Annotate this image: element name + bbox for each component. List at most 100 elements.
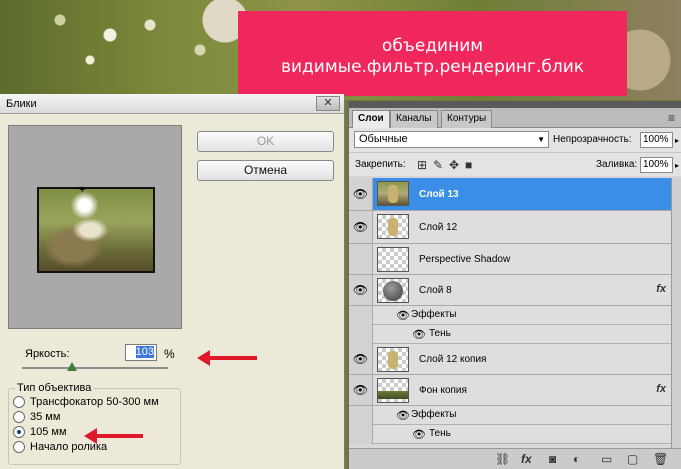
- layer-row[interactable]: 👁 Слой 12 копия: [349, 344, 681, 375]
- brightness-value: 103: [135, 346, 154, 358]
- shadow-eye-slot: [349, 325, 373, 344]
- layer-name[interactable]: Слой 12: [419, 222, 457, 233]
- lock-transparency-icon[interactable]: ⊞: [417, 159, 427, 171]
- lock-move-icon[interactable]: ✥: [449, 159, 459, 171]
- ok-button[interactable]: OK: [197, 131, 334, 152]
- lens-type-label: Тип объектива: [15, 382, 94, 394]
- layer-name[interactable]: Слой 13: [419, 189, 459, 200]
- layer-row[interactable]: 👁 Слой 13: [349, 178, 681, 211]
- opacity-arrow-icon[interactable]: ▸: [675, 136, 679, 145]
- layer-name[interactable]: Слой 8: [419, 285, 452, 296]
- shadow-effect-row[interactable]: 👁 Тень: [349, 325, 681, 344]
- fill-input[interactable]: 100%: [640, 157, 673, 173]
- shadow-eye-slot: [349, 425, 373, 444]
- add-mask-icon[interactable]: ◙: [549, 452, 556, 466]
- dialog-titlebar[interactable]: Блики ✕: [0, 94, 344, 114]
- close-button[interactable]: ✕: [316, 96, 340, 111]
- brightness-label: Яркость:: [25, 348, 70, 360]
- visibility-eye-icon[interactable]: 👁: [349, 211, 373, 243]
- lock-all-icon[interactable]: ■: [465, 159, 472, 171]
- dialog-title: Блики: [6, 98, 37, 110]
- panel-header-strip: [349, 101, 681, 108]
- layer-thumbnail: [377, 278, 409, 303]
- layer-name[interactable]: Фон копия: [419, 385, 467, 396]
- brightness-input[interactable]: 103: [125, 344, 157, 361]
- lock-paint-brush-icon[interactable]: ✎: [433, 159, 443, 171]
- shadow-effect-row[interactable]: 👁 Тень: [349, 425, 681, 444]
- visibility-eye-icon[interactable]: 👁: [349, 344, 373, 374]
- radio-movie-prime[interactable]: [13, 441, 25, 453]
- lens-type-group: Тип объектива Трансфокатор 50-300 мм 35 …: [8, 382, 181, 465]
- radio-105mm[interactable]: [13, 426, 25, 438]
- blend-mode-value: Обычные: [359, 133, 408, 145]
- effects-label: Эффекты: [411, 409, 457, 420]
- layer-row[interactable]: 👁 Слой 8 fx: [349, 275, 681, 306]
- new-group-folder-icon[interactable]: ▭: [601, 452, 612, 466]
- flare-center-crosshair-icon[interactable]: +: [79, 184, 85, 196]
- tab-paths[interactable]: Контуры: [441, 110, 493, 128]
- visibility-eye-icon[interactable]: 👁: [349, 178, 373, 210]
- delete-layer-trash-icon[interactable]: 🗑: [653, 452, 668, 466]
- link-layers-icon[interactable]: ⛓: [495, 452, 510, 466]
- brightness-slider-track[interactable]: [22, 367, 168, 369]
- fx-icon[interactable]: fx: [656, 283, 666, 295]
- layer-thumbnail: [377, 347, 409, 372]
- opacity-label: Непрозрачность:: [553, 134, 632, 145]
- layer-name[interactable]: Perspective Shadow: [419, 254, 510, 265]
- layer-name[interactable]: Слой 12 копия: [419, 354, 486, 365]
- layer-row[interactable]: Perspective Shadow: [349, 244, 681, 275]
- percent-label: %: [164, 347, 175, 361]
- panel-menu-icon[interactable]: ≡: [668, 111, 675, 125]
- visibility-eye-icon[interactable]: 👁: [349, 375, 373, 405]
- preview-image[interactable]: +: [37, 184, 155, 273]
- layer-row[interactable]: 👁 Фон копия fx: [349, 375, 681, 406]
- panel-tabs: Слои Каналы Контуры ≡: [349, 108, 681, 128]
- visibility-eye-icon[interactable]: 👁: [349, 275, 373, 305]
- layers-scrollbar[interactable]: [671, 178, 681, 448]
- effects-label: Эффекты: [411, 309, 457, 320]
- lens-option-105mm[interactable]: 105 мм: [13, 426, 67, 438]
- fill-arrow-icon[interactable]: ▸: [675, 161, 679, 170]
- layer-thumbnail: [377, 214, 409, 239]
- chevron-down-icon: ▼: [537, 135, 545, 144]
- layers-list: 👁 Слой 13 👁 Слой 12 Perspective Shadow 👁…: [349, 178, 681, 448]
- effects-eye-icon[interactable]: 👁: [396, 409, 410, 422]
- tab-layers[interactable]: Слои: [352, 110, 390, 128]
- radio-35mm[interactable]: [13, 411, 25, 423]
- caption-banner: объединим видимые.фильтр.рендеринг.блик: [238, 11, 627, 96]
- new-layer-icon[interactable]: ▢: [627, 452, 638, 466]
- effects-eye-slot: [349, 306, 373, 325]
- lens-option-zoom[interactable]: Трансфокатор 50-300 мм: [13, 396, 159, 408]
- fx-icon[interactable]: fx: [656, 383, 666, 395]
- shadow-label: Тень: [429, 328, 451, 339]
- layer-thumbnail: [377, 181, 409, 206]
- shadow-eye-icon[interactable]: 👁: [412, 428, 426, 441]
- cancel-button[interactable]: Отмена: [197, 160, 334, 181]
- brightness-slider-thumb[interactable]: [67, 362, 77, 371]
- blend-mode-select[interactable]: Обычные ▼: [354, 131, 549, 148]
- annotation-arrow-brightness: [197, 350, 257, 366]
- annotation-arrow-lens: [84, 428, 143, 444]
- opacity-input[interactable]: 100%: [640, 132, 673, 148]
- fill-label: Заливка:: [596, 159, 638, 170]
- lock-label: Закрепить:: [355, 159, 406, 170]
- effects-row[interactable]: 👁 Эффекты: [349, 406, 681, 425]
- lens-option-label: 35 мм: [30, 411, 61, 423]
- add-style-fx-icon[interactable]: fx: [521, 452, 532, 466]
- lens-option-label: Трансфокатор 50-300 мм: [30, 396, 159, 408]
- lens-option-35mm[interactable]: 35 мм: [13, 411, 60, 423]
- layer-row[interactable]: 👁 Слой 12: [349, 211, 681, 244]
- shadow-eye-icon[interactable]: 👁: [412, 328, 426, 341]
- visibility-eye-slot[interactable]: [349, 244, 373, 274]
- preview-area: +: [8, 125, 182, 329]
- adjustment-layer-icon[interactable]: ◐: [573, 452, 580, 466]
- tab-channels[interactable]: Каналы: [390, 110, 438, 128]
- effects-eye-icon[interactable]: 👁: [396, 309, 410, 322]
- close-icon: ✕: [323, 97, 333, 109]
- shadow-label: Тень: [429, 428, 451, 439]
- effects-eye-slot: [349, 406, 373, 425]
- radio-zoom[interactable]: [13, 396, 25, 408]
- lens-flare-dialog: Блики ✕ + OK Отмена Яркость: 103 % Тип о…: [0, 94, 345, 469]
- effects-row[interactable]: 👁 Эффекты: [349, 306, 681, 325]
- blend-row: Обычные ▼ Непрозрачность: 100% ▸: [349, 128, 681, 152]
